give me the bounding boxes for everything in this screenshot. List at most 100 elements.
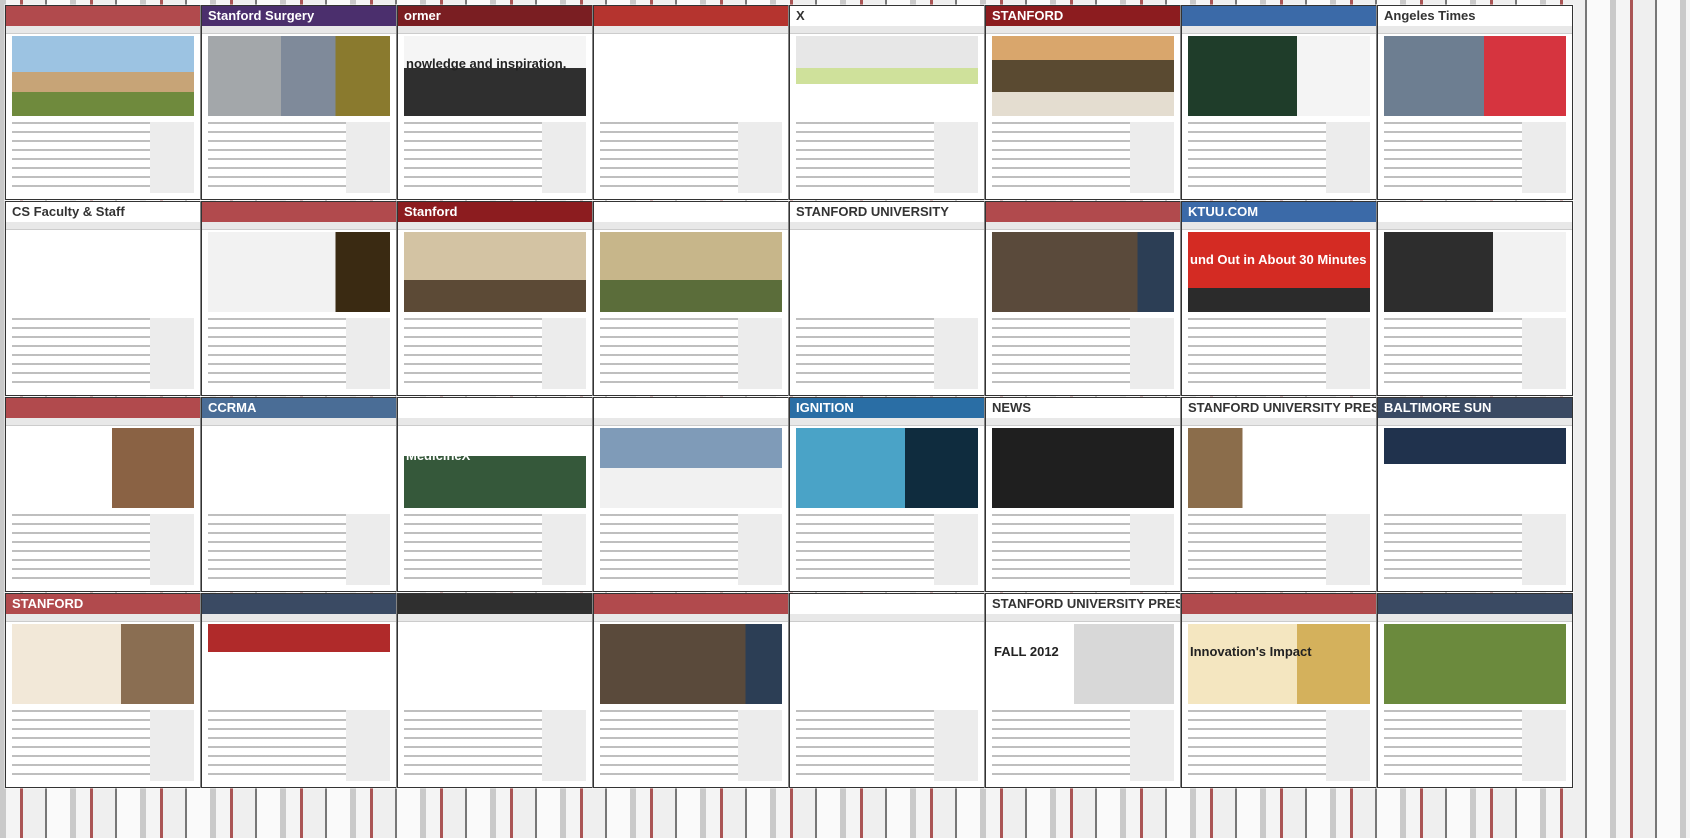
thumbnail-sidebar	[542, 122, 586, 193]
thumbnail-header-bar	[594, 6, 788, 26]
thumbnail-tile[interactable]: Stanford Surgery	[201, 5, 397, 200]
thumbnail-logo-text: NEWS	[992, 400, 1031, 415]
thumbnail-hero-image	[992, 36, 1174, 116]
thumbnail-tile[interactable]	[5, 5, 201, 200]
thumbnail-header-bar	[790, 594, 984, 614]
thumbnail-tile[interactable]	[5, 397, 201, 592]
thumbnail-sidebar	[150, 514, 194, 585]
thumbnail-hero-image	[404, 428, 586, 508]
thumbnail-header-bar	[6, 398, 200, 418]
thumbnail-sidebar	[346, 318, 390, 389]
thumbnail-tile[interactable]: CCRMA	[201, 397, 397, 592]
thumbnail-logo-text: KTUU.COM	[1188, 204, 1259, 219]
thumbnail-tile[interactable]: Innovation's Impact	[1181, 593, 1377, 788]
thumbnail-header-bar	[398, 398, 592, 418]
thumbnail-nav-strip	[1378, 418, 1572, 426]
thumbnail-hero-image	[1384, 36, 1566, 116]
thumbnail-logo-text: Angeles Times	[1384, 8, 1476, 23]
thumbnail-tile[interactable]	[397, 593, 593, 788]
thumbnail-sidebar	[1130, 514, 1174, 585]
thumbnail-hero-image	[992, 624, 1174, 704]
thumbnail-tile[interactable]: STANFORD UNIVERSITY PRESS	[1181, 397, 1377, 592]
thumbnail-hero-image	[208, 624, 390, 704]
thumbnail-sidebar	[1522, 318, 1566, 389]
thumbnail-hero-image	[600, 624, 782, 704]
thumbnail-header-bar	[6, 6, 200, 26]
thumbnail-nav-strip	[594, 614, 788, 622]
thumbnail-nav-strip	[202, 222, 396, 230]
thumbnail-hero-image	[796, 232, 978, 312]
thumbnail-tile[interactable]	[593, 397, 789, 592]
thumbnail-tile[interactable]: X	[789, 5, 985, 200]
thumbnail-sidebar	[1130, 122, 1174, 193]
thumbnail-sidebar	[150, 318, 194, 389]
thumbnail-sidebar	[150, 710, 194, 781]
thumbnail-hero-image	[600, 232, 782, 312]
thumbnail-header-bar	[398, 594, 592, 614]
thumbnail-hero-image	[600, 36, 782, 116]
thumbnail-tile[interactable]	[789, 593, 985, 788]
thumbnail-tile[interactable]: Angeles Times	[1377, 5, 1573, 200]
thumbnail-tile[interactable]	[201, 201, 397, 396]
thumbnail-tile[interactable]: ormer nowledge and inspiration,	[397, 5, 593, 200]
thumbnail-sidebar	[1326, 122, 1370, 193]
thumbnail-sidebar	[934, 710, 978, 781]
thumbnail-sidebar	[1326, 514, 1370, 585]
thumbnail-nav-strip	[6, 222, 200, 230]
thumbnail-tile[interactable]	[593, 5, 789, 200]
thumbnail-headline: und Out in About 30 Minutes	[1190, 252, 1367, 267]
thumbnail-header-bar	[1182, 6, 1376, 26]
thumbnail-sidebar	[738, 710, 782, 781]
thumbnail-tile[interactable]: STANFORD	[985, 5, 1181, 200]
thumbnail-tile[interactable]: STANFORD	[5, 593, 201, 788]
thumbnail-nav-strip	[1182, 418, 1376, 426]
thumbnail-logo-text: ormer	[404, 8, 441, 23]
thumbnail-sidebar	[1326, 710, 1370, 781]
thumbnail-nav-strip	[398, 222, 592, 230]
thumbnail-logo-text: Stanford Surgery	[208, 8, 315, 23]
thumbnail-hero-image	[1384, 232, 1566, 312]
thumbnail-sidebar	[1326, 318, 1370, 389]
thumbnail-header-bar	[986, 202, 1180, 222]
thumbnail-tile[interactable]	[201, 593, 397, 788]
thumbnail-tile[interactable]: IGNITION	[789, 397, 985, 592]
thumbnail-sidebar	[1130, 318, 1174, 389]
thumbnail-logo-text: STANFORD	[992, 8, 1064, 23]
thumbnail-nav-strip	[986, 222, 1180, 230]
thumbnail-header-bar	[202, 594, 396, 614]
thumbnail-tile[interactable]	[985, 201, 1181, 396]
thumbnail-tile[interactable]	[593, 593, 789, 788]
thumbnail-nav-strip	[398, 614, 592, 622]
thumbnail-hero-image	[1384, 428, 1566, 508]
thumbnail-nav-strip	[790, 26, 984, 34]
thumbnail-tile[interactable]: Stanford	[397, 201, 593, 396]
thumbnail-hero-image	[796, 624, 978, 704]
thumbnail-tile[interactable]: MedicineX	[397, 397, 593, 592]
thumbnail-sidebar	[934, 318, 978, 389]
thumbnail-tile[interactable]: STANFORD UNIVERSITY PRESS FALL 2012	[985, 593, 1181, 788]
thumbnail-logo-text: IGNITION	[796, 400, 854, 415]
thumbnail-sidebar	[346, 514, 390, 585]
thumbnail-header-bar	[594, 398, 788, 418]
thumbnail-header-bar	[594, 202, 788, 222]
thumbnail-nav-strip	[986, 418, 1180, 426]
thumbnail-tile[interactable]	[1377, 201, 1573, 396]
thumbnail-tile[interactable]: NEWS	[985, 397, 1181, 592]
thumbnail-headline: nowledge and inspiration,	[406, 56, 567, 71]
thumbnail-sidebar	[738, 318, 782, 389]
thumbnail-tile[interactable]: BALTIMORE SUN	[1377, 397, 1573, 592]
thumbnail-header-bar	[1378, 594, 1572, 614]
thumbnail-logo-text: STANFORD UNIVERSITY PRESS	[1188, 400, 1377, 415]
thumbnail-tile[interactable]: STANFORD UNIVERSITY	[789, 201, 985, 396]
thumbnail-tile[interactable]: KTUU.COM und Out in About 30 Minutes	[1181, 201, 1377, 396]
thumbnail-nav-strip	[6, 418, 200, 426]
thumbnail-hero-image	[208, 36, 390, 116]
thumbnail-sidebar	[738, 122, 782, 193]
thumbnail-nav-strip	[790, 614, 984, 622]
thumbnail-hero-image	[404, 624, 586, 704]
thumbnail-hero-image	[1188, 232, 1370, 312]
thumbnail-tile[interactable]	[1181, 5, 1377, 200]
thumbnail-tile[interactable]: CS Faculty & Staff	[5, 201, 201, 396]
thumbnail-tile[interactable]	[1377, 593, 1573, 788]
thumbnail-tile[interactable]	[593, 201, 789, 396]
